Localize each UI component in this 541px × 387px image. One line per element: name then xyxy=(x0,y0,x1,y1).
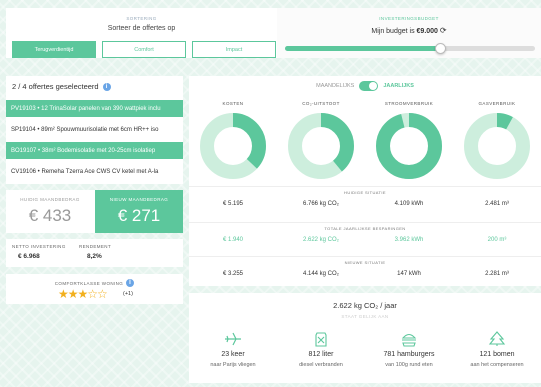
divider xyxy=(189,222,541,223)
comfort-header: COMFORTKLASSE WONING i xyxy=(6,279,183,287)
comfort-plus: (+1) xyxy=(123,291,133,297)
hamburgers-desc: van 100g rund eten xyxy=(385,362,433,368)
savings-label: TOTALE JAARLIJKSE BESPARINGEN xyxy=(324,226,406,231)
hamburger-icon xyxy=(401,333,417,347)
donut-value-slice xyxy=(376,113,442,179)
period-toggle[interactable] xyxy=(359,81,379,91)
donut-label-co2: CO₂-UITSTOOT xyxy=(302,101,340,106)
co2-title: 2.622 kg CO₂ / jaar xyxy=(333,301,397,310)
current-costs: € 5.195 xyxy=(222,201,244,207)
flights-desc: naar Parijs vliegen xyxy=(210,362,256,368)
budget-text-prefix: Mijn budget is xyxy=(371,28,415,35)
offer-item[interactable]: PV19103 • 12 TrinaSolar panelen van 390 … xyxy=(6,100,183,117)
divider xyxy=(189,186,541,187)
donut-label-gas: GASVERBRUIK xyxy=(478,101,516,106)
return-value: 8,2% xyxy=(87,253,102,260)
donut-label-costs: KOSTEN xyxy=(222,101,244,106)
new-electricity: 147 kWh xyxy=(397,271,421,277)
offers-panel: 2 / 4 offertes geselecteerd i PV19103 • … xyxy=(6,76,183,184)
budget-panel: INVESTERINGSBUDGET Mijn budget is €9.000… xyxy=(277,8,541,58)
new-monthly-amount: NIEUW MAANDBEDRAG € 271 xyxy=(95,190,183,233)
refresh-icon[interactable]: ⟳ xyxy=(440,26,447,35)
period-toggle-row: MAANDELIJKS JAARLIJKS xyxy=(189,81,541,91)
tree-icon xyxy=(488,331,506,346)
offers-header: 2 / 4 offertes geselecteerd i xyxy=(12,82,111,91)
savings-costs: € 1.940 xyxy=(222,237,244,243)
savings-electricity: 3.962 kWh xyxy=(394,237,424,243)
sort-payback-button[interactable]: Terugverdientijd xyxy=(12,41,96,58)
comfort-label: COMFORTKLASSE WONING xyxy=(54,280,124,286)
new-monthly-label: NIEUW MAANDBEDRAG xyxy=(109,197,169,202)
offers-count: 2 / 4 offertes geselecteerd xyxy=(12,82,99,91)
donut-chart-co2 xyxy=(288,113,354,179)
toggle-yearly-label[interactable]: JAARLIJKS xyxy=(383,83,414,89)
equivalent-hamburgers: 781 hamburgers van 100g rund eten xyxy=(365,331,453,368)
comfort-stars: ★★★☆☆ xyxy=(58,287,108,301)
donut-label-electricity: STROOMVERBRUIK xyxy=(384,101,434,106)
sorting-panel: SORTERING Sorteer de offertes op Terugve… xyxy=(6,8,277,58)
savings-gas: 200 m³ xyxy=(487,237,507,243)
new-situation-label: NIEUWE SITUATIE xyxy=(344,260,386,265)
equivalent-diesel: 812 liter diesel verbranden xyxy=(277,331,365,368)
return-label: RENDEMENT xyxy=(79,244,112,249)
co2-subtitle: STAAT GELIJK AAN xyxy=(341,314,389,319)
hamburgers-value: 781 hamburgers xyxy=(383,351,435,358)
airplane-icon xyxy=(225,332,241,346)
budget-label: INVESTERINGSBUDGET xyxy=(379,16,439,21)
co2-equivalents-panel: 2.622 kg CO₂ / jaar STAAT GELIJK AAN 23 … xyxy=(189,293,541,383)
sorting-label: SORTERING xyxy=(126,16,157,21)
equivalent-trees: 121 bomen aan het compenseren xyxy=(453,331,541,368)
donut-chart-gas xyxy=(464,113,530,179)
current-electricity: 4.109 kWh xyxy=(394,201,424,207)
current-co2: 6.766 kg CO₂ xyxy=(302,201,339,207)
budget-text: Mijn budget is €9.000 ⟳ xyxy=(277,26,541,35)
donut-chart-electricity xyxy=(376,113,442,179)
savings-overview-panel: MAANDELIJKS JAARLIJKS KOSTEN CO₂-UITSTOO… xyxy=(189,76,541,286)
donut-remainder-slice xyxy=(464,113,530,179)
trees-desc: aan het compenseren xyxy=(470,362,524,368)
donut-chart-costs xyxy=(200,113,266,179)
fuel-can-icon xyxy=(315,332,327,347)
current-gas: 2.481 m³ xyxy=(485,201,509,207)
net-investment-value: € 6.968 xyxy=(18,253,40,260)
sorting-subtitle: Sorteer de offertes op xyxy=(107,25,176,32)
new-costs: € 3.255 xyxy=(222,271,244,277)
offer-item[interactable]: CV19106 • Remeha Tzerra Ace CWS CV ketel… xyxy=(6,163,183,180)
new-gas: 2.281 m³ xyxy=(485,271,509,277)
diesel-value: 812 liter xyxy=(308,351,334,358)
savings-co2: 2.622 kg CO₂ xyxy=(302,237,339,243)
budget-slider[interactable] xyxy=(285,43,535,54)
budget-slider-handle[interactable] xyxy=(435,43,446,54)
current-situation-label: HUIDIGE SITUATIE xyxy=(344,190,386,195)
budget-amount: €9.000 xyxy=(416,28,438,35)
monthly-amount-panel: HUIDIG MAANDBEDRAG € 433 NIEUW MAANDBEDR… xyxy=(6,190,183,233)
flights-value: 23 keer xyxy=(221,351,245,358)
comfort-panel: COMFORTKLASSE WONING i ★★★☆☆ (+1) xyxy=(6,274,183,304)
new-co2: 4.144 kg CO₂ xyxy=(302,271,339,277)
sort-comfort-button[interactable]: Comfort xyxy=(102,41,186,58)
investment-panel: NETTO INVESTERING € 6.968 RENDEMENT 8,2% xyxy=(6,239,183,267)
new-monthly-value: € 271 xyxy=(117,206,161,225)
toggle-monthly-label[interactable]: MAANDELIJKS xyxy=(316,83,354,89)
offer-item[interactable]: BO19107 • 38m² Bodemisolatie met 20-25cm… xyxy=(6,142,183,159)
offer-item[interactable]: SP19104 • 89m² Spouwmuurisolatie met 6cm… xyxy=(6,121,183,138)
trees-value: 121 bomen xyxy=(479,351,515,358)
info-icon[interactable]: i xyxy=(102,82,111,91)
equivalent-flights: 23 keer naar Parijs vliegen xyxy=(189,331,277,368)
current-monthly-value: € 433 xyxy=(28,206,72,225)
divider xyxy=(189,256,541,257)
budget-slider-fill xyxy=(285,46,440,51)
current-monthly-label: HUIDIG MAANDBEDRAG xyxy=(20,197,80,202)
info-icon[interactable]: i xyxy=(126,279,135,287)
current-monthly-amount: HUIDIG MAANDBEDRAG € 433 xyxy=(6,190,94,233)
net-investment-label: NETTO INVESTERING xyxy=(12,244,66,249)
diesel-desc: diesel verbranden xyxy=(299,362,343,368)
sort-impact-button[interactable]: Impact xyxy=(192,41,276,58)
